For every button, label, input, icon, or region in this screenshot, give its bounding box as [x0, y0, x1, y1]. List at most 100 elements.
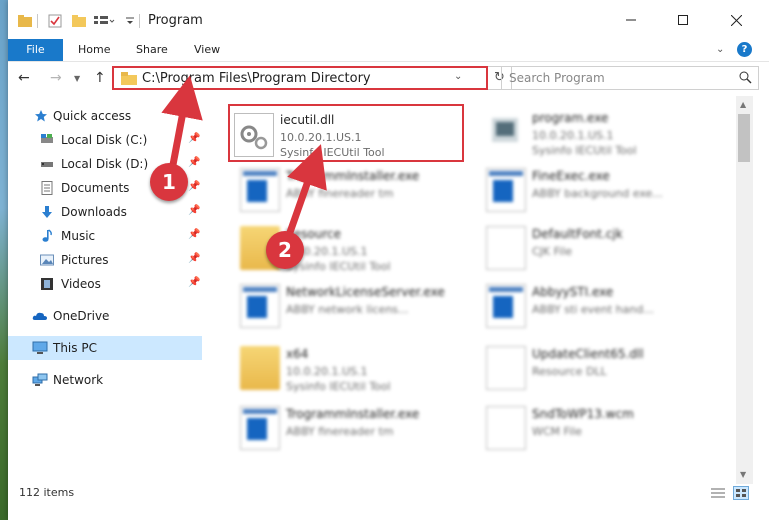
pin-icon[interactable]: 📌	[188, 277, 200, 288]
sidebar-item-pictures[interactable]: Pictures 📌	[8, 248, 202, 272]
application-icon	[240, 284, 280, 328]
drive-icon	[40, 133, 54, 147]
tiles-view-icon[interactable]	[733, 486, 749, 503]
star-icon	[34, 109, 48, 123]
pin-icon[interactable]: 📌	[188, 229, 200, 240]
chevron-down-icon[interactable]: ⌄	[716, 44, 724, 55]
file-name: SndToWP13.wcm	[532, 407, 634, 421]
title-bar: Program	[8, 0, 769, 40]
pin-icon[interactable]: 📌	[188, 205, 200, 216]
file-tile-abbyysti[interactable]: AbbyySTI.exe ABBY sti event hand...	[482, 278, 722, 336]
sidebar-item-music[interactable]: Music 📌	[8, 224, 202, 248]
ribbon-tabs: File Home Share View ⌄ ?	[8, 39, 769, 62]
search-placeholder: Search Program	[509, 71, 605, 85]
application-icon	[486, 284, 526, 328]
details-view-icon[interactable]	[710, 486, 726, 503]
file-description: ABBY network licens...	[286, 303, 409, 316]
file-name: FineExec.exe	[532, 169, 610, 183]
properties-check-icon[interactable]	[48, 13, 62, 29]
file-description: Sysinfo IECUtil Tool	[286, 260, 391, 273]
status-bar: 112 items	[8, 484, 769, 508]
scroll-up-icon[interactable]: ▲	[740, 100, 746, 109]
file-version: 10.0.20.1.US.1	[532, 129, 614, 142]
item-count: 112 items	[19, 486, 75, 499]
maximize-button[interactable]	[660, 0, 706, 40]
address-bar[interactable]: C:\Program Files\Program Directory ⌄	[112, 66, 488, 90]
step-badge-2: 2	[266, 231, 304, 269]
minimize-button[interactable]	[608, 0, 654, 40]
file-description: Sysinfo IECUtil Tool	[532, 144, 637, 157]
music-icon	[40, 229, 54, 243]
folder-icon	[240, 346, 280, 390]
network-icon	[32, 373, 48, 387]
documents-icon	[40, 181, 54, 195]
explorer-window: Program File Home Share View ⌄ ? ← → ▼ ↑…	[8, 0, 769, 520]
dll-gear-icon	[234, 113, 274, 157]
dll-gear-icon	[486, 346, 526, 390]
sidebar-item-local-disk-c[interactable]: Local Disk (C:) 📌	[8, 128, 202, 152]
file-description: ABBY background exe...	[532, 187, 663, 200]
document-icon	[486, 406, 526, 450]
sidebar-item-this-pc[interactable]: This PC	[8, 336, 202, 360]
file-tile-fineexec[interactable]: FineExec.exe ABBY background exe...	[482, 162, 722, 220]
tab-file[interactable]: File	[8, 39, 63, 61]
forward-arrow-icon[interactable]: →	[50, 70, 62, 86]
file-name: AbbyySTI.exe	[532, 285, 614, 299]
file-tile-updateclient65[interactable]: UpdateClient65.dll Resource DLL	[482, 340, 722, 398]
file-type: WCM File	[532, 425, 582, 438]
recent-locations-icon[interactable]: ▼	[74, 74, 80, 83]
application-icon	[486, 168, 526, 212]
search-input[interactable]: Search Program	[501, 66, 759, 90]
up-arrow-icon[interactable]: ↑	[94, 70, 106, 86]
exe-icon	[486, 110, 526, 154]
file-tile-trogramminstaller[interactable]: TrogrammInstaller.exe ABBY finereader tm	[236, 162, 476, 220]
sidebar-item-videos[interactable]: Videos 📌	[8, 272, 202, 296]
pin-icon[interactable]: 📌	[188, 157, 200, 168]
customize-view-icon[interactable]	[93, 13, 115, 29]
downloads-icon	[40, 205, 54, 219]
tab-share[interactable]: Share	[136, 39, 168, 61]
tab-home[interactable]: Home	[78, 39, 110, 61]
new-folder-icon[interactable]	[72, 13, 86, 29]
folder-icon	[18, 13, 32, 29]
file-tile-sndtowp13[interactable]: SndToWP13.wcm WCM File	[482, 400, 722, 458]
sidebar-item-quick-access[interactable]: Quick access	[8, 104, 202, 128]
pin-icon[interactable]: 📌	[188, 253, 200, 264]
file-tile-program-exe[interactable]: program.exe 10.0.20.1.US.1 Sysinfo IECUt…	[482, 104, 722, 162]
sidebar-item-network[interactable]: Network	[8, 368, 202, 392]
sidebar-item-onedrive[interactable]: OneDrive	[8, 304, 202, 328]
pin-icon[interactable]: 📌	[188, 181, 200, 192]
scroll-down-icon[interactable]: ▼	[740, 470, 746, 479]
file-description: Sysinfo IECUtil Tool	[280, 146, 385, 159]
file-description: ABBY sti event hand...	[532, 303, 654, 316]
quick-access-dropdown-icon[interactable]	[125, 13, 135, 29]
file-tile-trogramminstaller-2[interactable]: TrogrammInstaller.exe ABBY finereader tm	[236, 400, 476, 458]
file-tile-networklicenseserver[interactable]: NetworkLicenseServer.exe ABBY network li…	[236, 278, 476, 336]
file-tile-x64[interactable]: x64 10.0.20.1.US.1 Sysinfo IECUtil Tool	[236, 340, 476, 398]
pictures-icon	[40, 253, 54, 267]
divider	[139, 14, 140, 28]
drive-icon	[40, 157, 54, 171]
window-title: Program	[148, 13, 203, 28]
sidebar-item-downloads[interactable]: Downloads 📌	[8, 200, 202, 224]
file-name: program.exe	[532, 111, 609, 125]
back-arrow-icon[interactable]: ←	[18, 70, 30, 86]
file-name: NetworkLicenseServer.exe	[286, 285, 445, 299]
file-description: ABBY finereader tm	[286, 425, 394, 438]
tab-view[interactable]: View	[194, 39, 220, 61]
file-description: ABBY finereader tm	[286, 187, 394, 200]
file-tile-defaultfont[interactable]: DefaultFont.cjk CJK File	[482, 220, 722, 278]
navigation-pane: Quick access Local Disk (C:) 📌 Local Dis…	[8, 96, 202, 484]
vertical-scrollbar[interactable]: ▲ ▼	[736, 96, 753, 484]
cloud-icon	[32, 309, 47, 323]
file-list: iecutil.dll 10.0.20.1.US.1 Sysinfo IECUt…	[212, 96, 736, 484]
file-tile-iecutil[interactable]: iecutil.dll 10.0.20.1.US.1 Sysinfo IECUt…	[228, 104, 464, 162]
help-icon[interactable]: ?	[737, 42, 752, 57]
file-version: 10.0.20.1.US.1	[280, 131, 362, 144]
scroll-thumb[interactable]	[738, 114, 750, 162]
pin-icon[interactable]: 📌	[188, 133, 200, 144]
close-button[interactable]	[713, 0, 759, 40]
application-icon	[240, 168, 280, 212]
file-name: TrogrammInstaller.exe	[286, 407, 420, 421]
chevron-down-icon[interactable]: ⌄	[454, 71, 462, 82]
